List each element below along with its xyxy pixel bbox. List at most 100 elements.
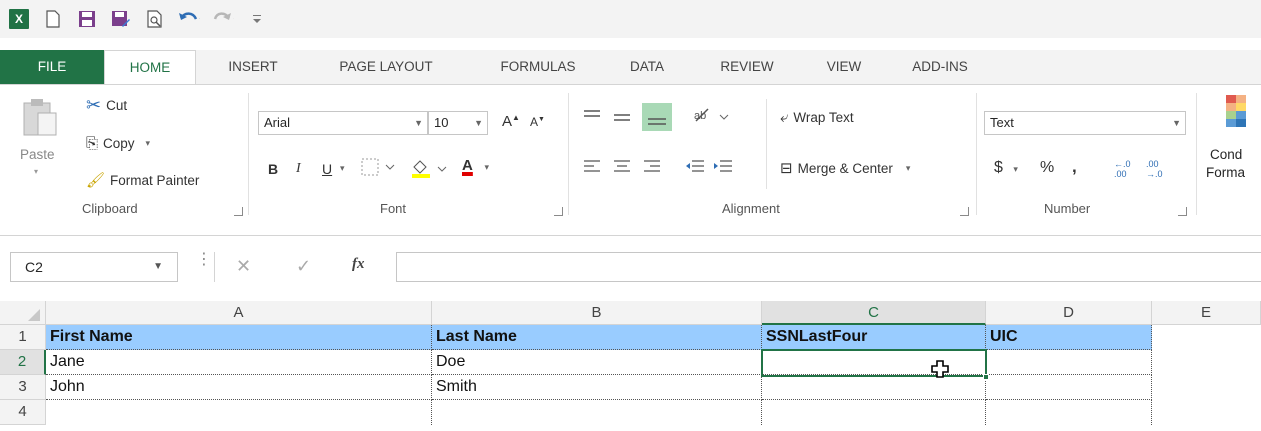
font-name-select[interactable]: Arial ▼ xyxy=(258,111,428,135)
tab-data[interactable]: DATA xyxy=(614,50,680,84)
wrap-text-button[interactable]: ⤶ Wrap Text xyxy=(780,109,854,126)
tab-add-ins[interactable]: ADD-INS xyxy=(892,50,988,84)
font-size-select[interactable]: 10 ▼ xyxy=(428,111,488,135)
cell-b4[interactable] xyxy=(432,400,762,425)
select-all-corner[interactable] xyxy=(0,301,46,325)
group-separator xyxy=(568,93,569,215)
cell-d2[interactable] xyxy=(986,350,1152,375)
row-header-2[interactable]: 2 xyxy=(0,350,46,375)
insert-function-button[interactable]: fx xyxy=(352,256,365,273)
format-painter-button[interactable]: 🖌 Format Painter xyxy=(86,171,199,189)
number-launcher-icon[interactable] xyxy=(1178,207,1187,216)
conditional-formatting-button[interactable]: Cond Forma xyxy=(1206,95,1261,195)
cell-b3[interactable]: Smith xyxy=(432,375,762,400)
row-header-4[interactable]: 4 xyxy=(0,400,46,425)
cut-button[interactable]: ✂ Cut xyxy=(86,95,127,116)
excel-logo-icon: X xyxy=(8,8,30,30)
cell-a1[interactable]: First Name xyxy=(46,325,432,350)
align-right-icon xyxy=(644,160,660,172)
cell-c1[interactable]: SSNLastFour xyxy=(762,325,986,350)
name-box-value: C2 xyxy=(25,259,43,275)
decrease-indent-button[interactable] xyxy=(684,157,706,180)
font-color-button[interactable]: A ▾ xyxy=(462,157,489,174)
cell-a3[interactable]: John xyxy=(46,375,432,400)
underline-dropdown-icon[interactable]: ▾ xyxy=(340,163,345,174)
new-file-icon[interactable] xyxy=(42,8,64,30)
align-middle-icon xyxy=(614,114,630,121)
undo-icon[interactable] xyxy=(178,8,200,30)
comma-button[interactable]: , xyxy=(1072,157,1077,177)
copy-icon: ⎘ xyxy=(86,135,99,152)
tab-review[interactable]: REVIEW xyxy=(698,50,796,84)
percent-button[interactable]: % xyxy=(1040,159,1054,177)
tab-insert[interactable]: INSERT xyxy=(214,50,292,84)
merge-center-button[interactable]: ⊟ Merge & Center ▾ xyxy=(780,159,910,177)
cell-d4[interactable] xyxy=(986,400,1152,425)
cancel-formula-button[interactable]: ✕ xyxy=(236,256,251,277)
redo-icon[interactable] xyxy=(212,8,234,30)
align-right-button[interactable] xyxy=(642,157,662,180)
alignment-group-label: Alignment xyxy=(722,201,780,216)
column-header-d[interactable]: D xyxy=(986,301,1152,325)
worksheet-grid: A B C D E 1 2 3 4 First Name Last Name S… xyxy=(0,301,1261,431)
name-box[interactable]: C2 ▼ xyxy=(10,252,178,282)
borders-button[interactable] xyxy=(360,157,400,180)
column-header-e[interactable]: E xyxy=(1152,301,1261,325)
row-header-1[interactable]: 1 xyxy=(0,325,46,350)
fill-color-button[interactable] xyxy=(410,157,454,182)
customize-qat-icon[interactable] xyxy=(246,8,268,30)
row-header-3[interactable]: 3 xyxy=(0,375,46,400)
cell-b2[interactable]: Doe xyxy=(432,350,762,375)
paste-button[interactable]: Paste ▾ xyxy=(14,95,60,191)
decrease-font-size-button[interactable]: A▼ xyxy=(530,115,545,129)
copy-button[interactable]: ⎘ Copy ▾ xyxy=(86,135,150,152)
bold-button[interactable]: B xyxy=(268,161,278,177)
clipboard-launcher-icon[interactable] xyxy=(234,207,243,216)
orientation-button[interactable]: ab xyxy=(692,105,732,130)
increase-indent-button[interactable] xyxy=(712,157,734,180)
cell-d1[interactable]: UIC xyxy=(986,325,1152,350)
tab-home[interactable]: HOME xyxy=(104,50,196,85)
formula-input[interactable] xyxy=(396,252,1261,282)
enter-formula-button[interactable]: ✓ xyxy=(296,256,311,277)
quick-access-toolbar: X xyxy=(0,0,1261,38)
align-center-icon xyxy=(614,160,630,172)
save-icon[interactable] xyxy=(76,8,98,30)
font-launcher-icon[interactable] xyxy=(554,207,563,216)
currency-button[interactable]: $ ▾ xyxy=(994,159,1018,177)
increase-font-size-button[interactable]: A▲ xyxy=(502,113,520,130)
align-middle-button[interactable] xyxy=(612,107,632,130)
align-left-button[interactable] xyxy=(582,157,602,180)
scissors-icon: ✂ xyxy=(86,95,102,115)
cell-a2[interactable]: Jane xyxy=(46,350,432,375)
align-left-icon xyxy=(584,160,600,172)
svg-text:ab: ab xyxy=(694,110,706,122)
column-header-c[interactable]: C xyxy=(762,301,986,325)
tab-page-layout[interactable]: PAGE LAYOUT xyxy=(312,50,460,84)
tab-file[interactable]: FILE xyxy=(0,50,104,84)
print-preview-icon[interactable] xyxy=(144,8,166,30)
cut-label: Cut xyxy=(106,98,128,113)
increase-decimal-button[interactable]: ←.0 .00 xyxy=(1114,159,1140,179)
tab-view[interactable]: VIEW xyxy=(810,50,878,84)
underline-button[interactable]: U xyxy=(322,161,332,177)
align-bottom-button[interactable] xyxy=(642,103,672,131)
decrease-decimal-button[interactable]: .00 →.0 xyxy=(1146,159,1172,179)
group-separator xyxy=(766,99,767,189)
column-header-a[interactable]: A xyxy=(46,301,432,325)
number-format-select[interactable]: Text ▼ xyxy=(984,111,1186,135)
fill-handle[interactable] xyxy=(983,374,989,380)
cell-c3[interactable] xyxy=(762,375,986,400)
align-center-button[interactable] xyxy=(612,157,632,180)
chevron-down-icon: ▼ xyxy=(1172,118,1181,128)
column-header-b[interactable]: B xyxy=(432,301,762,325)
cell-c4[interactable] xyxy=(762,400,986,425)
cell-a4[interactable] xyxy=(46,400,432,425)
align-top-button[interactable] xyxy=(582,107,602,130)
italic-button[interactable]: I xyxy=(296,161,301,177)
cell-b1[interactable]: Last Name xyxy=(432,325,762,350)
cell-d3[interactable] xyxy=(986,375,1152,400)
alignment-launcher-icon[interactable] xyxy=(960,207,969,216)
save-as-icon[interactable] xyxy=(110,8,132,30)
tab-formulas[interactable]: FORMULAS xyxy=(480,50,596,84)
